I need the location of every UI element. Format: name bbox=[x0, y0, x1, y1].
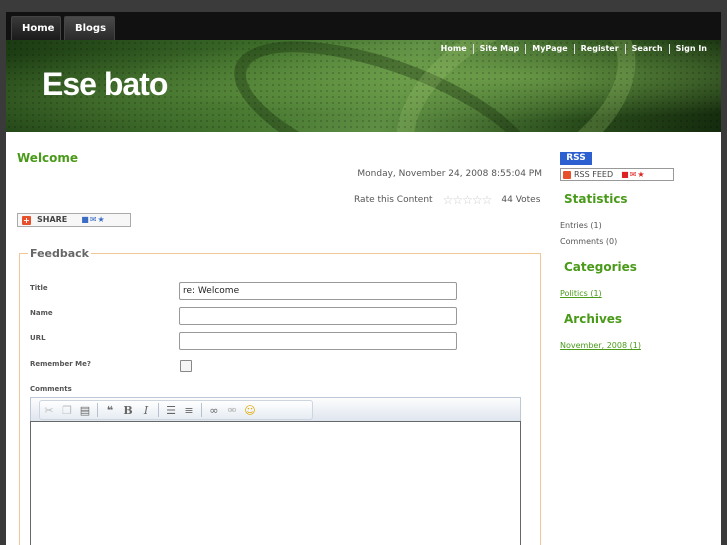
feedback-legend: Feedback bbox=[30, 247, 89, 260]
page-frame: Home Blogs Home Site Map MyPage Register… bbox=[6, 12, 721, 545]
main-content: Welcome Monday, November 24, 2008 8:55:0… bbox=[6, 133, 721, 545]
link-icon[interactable]: ∞ bbox=[205, 401, 223, 419]
editor-toolbar: ✂ ❐ ▤ ❝ B I ☰ ≡ ∞ ⚮ ☺ bbox=[30, 397, 521, 421]
rss-feed-button[interactable]: RSS FEED ■✉★ bbox=[560, 168, 674, 181]
paste-icon[interactable]: ▤ bbox=[76, 401, 94, 419]
toolbar-group: ✂ ❐ ▤ ❝ B I ☰ ≡ ∞ ⚮ ☺ bbox=[39, 400, 313, 420]
post-date: Monday, November 24, 2008 8:55:04 PM bbox=[357, 169, 542, 179]
post-title: Welcome bbox=[17, 151, 79, 165]
header-banner: Home Site Map MyPage Register Search Sig… bbox=[6, 40, 721, 132]
share-label: SHARE bbox=[37, 215, 68, 224]
archive-link[interactable]: November, 2008 (1) bbox=[560, 341, 641, 350]
categories-heading: Categories bbox=[564, 260, 637, 274]
vote-count: 44 Votes bbox=[501, 195, 541, 205]
name-label: Name bbox=[30, 309, 53, 317]
star-rating[interactable]: ☆☆☆☆☆ bbox=[443, 193, 493, 207]
title-input[interactable] bbox=[179, 282, 457, 300]
feedback-form: Feedback Title Name URL Remember Me? Com… bbox=[19, 247, 541, 545]
nav-search[interactable]: Search bbox=[624, 44, 669, 54]
entries-count: Entries (1) bbox=[560, 221, 602, 230]
site-title: Ese bato bbox=[42, 66, 168, 102]
rate-label: Rate this Content bbox=[354, 195, 433, 205]
reader-icons: ■✉★ bbox=[621, 170, 646, 179]
name-input[interactable] bbox=[179, 307, 457, 325]
nav-register[interactable]: Register bbox=[573, 44, 625, 54]
smiley-icon[interactable]: ☺ bbox=[241, 401, 259, 419]
top-navigation: Home Site Map MyPage Register Search Sig… bbox=[435, 44, 713, 54]
rating-row: Rate this Content ☆☆☆☆☆ 44 Votes bbox=[354, 193, 540, 207]
remember-me-checkbox[interactable] bbox=[180, 360, 192, 372]
nav-home[interactable]: Home bbox=[435, 44, 473, 54]
toolbar-divider bbox=[201, 403, 202, 417]
rss-badge[interactable]: RSS bbox=[560, 152, 592, 165]
social-icons: ■✉★ bbox=[81, 215, 106, 224]
ordered-list-icon[interactable]: ☰ bbox=[162, 401, 180, 419]
comments-label: Comments bbox=[30, 385, 72, 393]
tab-blogs[interactable]: Blogs bbox=[64, 16, 115, 40]
share-button[interactable]: + SHARE ■✉★ bbox=[17, 213, 131, 227]
comment-editor[interactable] bbox=[30, 421, 521, 545]
tab-strip: Home Blogs bbox=[6, 12, 721, 40]
toolbar-divider bbox=[97, 403, 98, 417]
nav-sign-in[interactable]: Sign In bbox=[668, 44, 713, 54]
remember-me-label: Remember Me? bbox=[30, 360, 91, 368]
toolbar-divider bbox=[158, 403, 159, 417]
plus-icon: + bbox=[22, 215, 31, 225]
url-input[interactable] bbox=[179, 332, 457, 350]
rss-feed-label: RSS FEED bbox=[574, 170, 614, 179]
sidebar: RSS RSS FEED ■✉★ Statistics Entries (1) … bbox=[560, 133, 720, 545]
url-label: URL bbox=[30, 334, 46, 342]
statistics-heading: Statistics bbox=[564, 192, 628, 206]
nav-site-map[interactable]: Site Map bbox=[472, 44, 526, 54]
title-label: Title bbox=[30, 284, 48, 292]
category-link[interactable]: Politics (1) bbox=[560, 289, 602, 298]
bold-icon[interactable]: B bbox=[119, 401, 137, 419]
cut-icon[interactable]: ✂ bbox=[40, 401, 58, 419]
plus-icon bbox=[563, 170, 571, 179]
tab-home[interactable]: Home bbox=[11, 16, 61, 40]
quote-icon[interactable]: ❝ bbox=[101, 401, 119, 419]
italic-icon[interactable]: I bbox=[137, 401, 155, 419]
archives-heading: Archives bbox=[564, 312, 623, 326]
copy-icon[interactable]: ❐ bbox=[58, 401, 76, 419]
nav-mypage[interactable]: MyPage bbox=[525, 44, 573, 54]
unlink-icon[interactable]: ⚮ bbox=[223, 401, 241, 419]
comments-count: Comments (0) bbox=[560, 237, 618, 246]
bullet-list-icon[interactable]: ≡ bbox=[180, 401, 198, 419]
